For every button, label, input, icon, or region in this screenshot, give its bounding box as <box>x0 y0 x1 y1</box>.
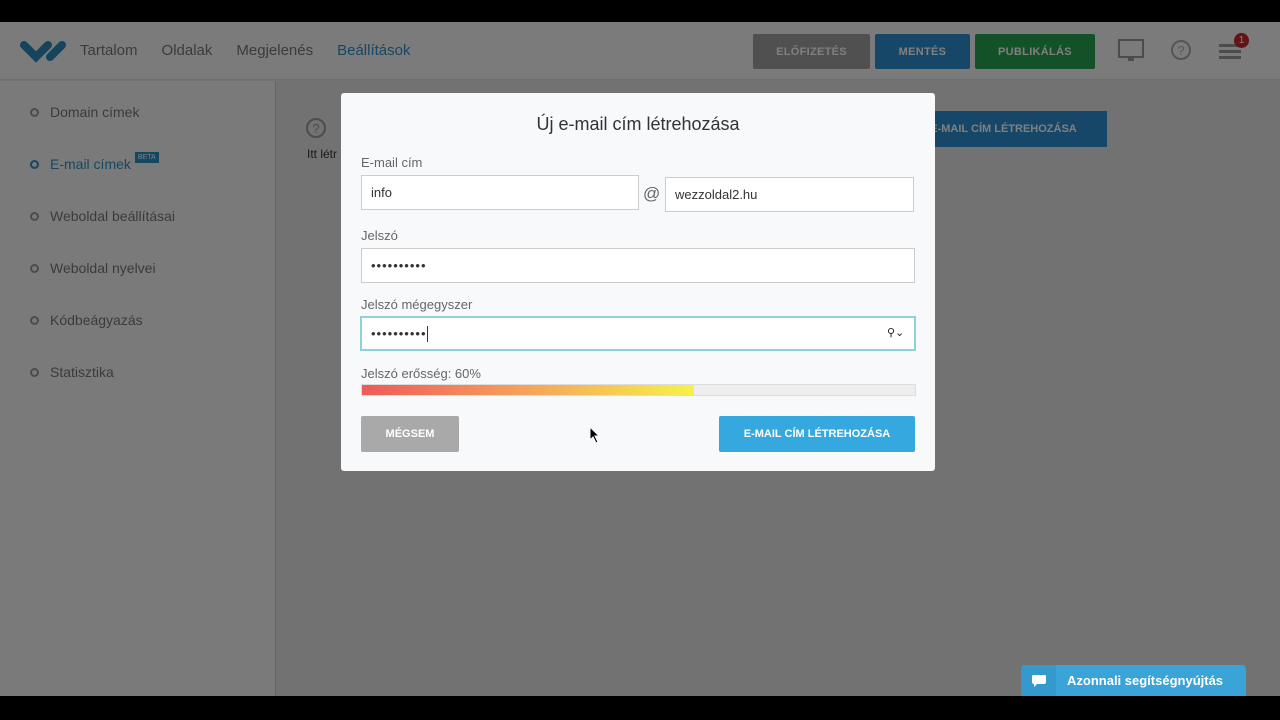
cancel-button[interactable]: MÉGSEM <box>361 416 459 452</box>
strength-fill <box>362 385 694 395</box>
text-cursor <box>426 325 428 342</box>
at-sign: @ <box>643 184 661 203</box>
password-repeat-value: •••••••••• <box>371 326 427 341</box>
password-repeat-label: Jelszó mégegyszer <box>361 297 473 312</box>
password-label: Jelszó <box>361 228 398 243</box>
live-help-button[interactable]: Azonnali segítségnyújtás <box>1021 665 1246 696</box>
strength-bar <box>361 384 916 396</box>
mouse-cursor-icon <box>589 426 601 444</box>
live-help-label: Azonnali segítségnyújtás <box>1067 673 1224 688</box>
modal-title: Új e-mail cím létrehozása <box>536 114 740 134</box>
email-domain-input[interactable]: wezzoldal2.hu <box>665 177 914 212</box>
email-local-input[interactable]: info <box>361 175 639 210</box>
chat-bubble-icon <box>1021 665 1056 696</box>
password-manager-key-icon[interactable]: ⚲⌄ <box>887 326 904 339</box>
create-email-modal: Új e-mail cím létrehozása E-mail cím inf… <box>341 93 935 471</box>
submit-button[interactable]: E-MAIL CÍM LÉTREHOZÁSA <box>719 416 915 452</box>
strength-label: Jelszó erősség: 60% <box>361 366 481 381</box>
password-input[interactable]: •••••••••• <box>361 248 915 283</box>
password-repeat-input[interactable]: •••••••••• <box>360 316 916 351</box>
app: Tartalom Oldalak Megjelenés Beállítások … <box>0 22 1280 696</box>
email-label: E-mail cím <box>361 155 423 170</box>
